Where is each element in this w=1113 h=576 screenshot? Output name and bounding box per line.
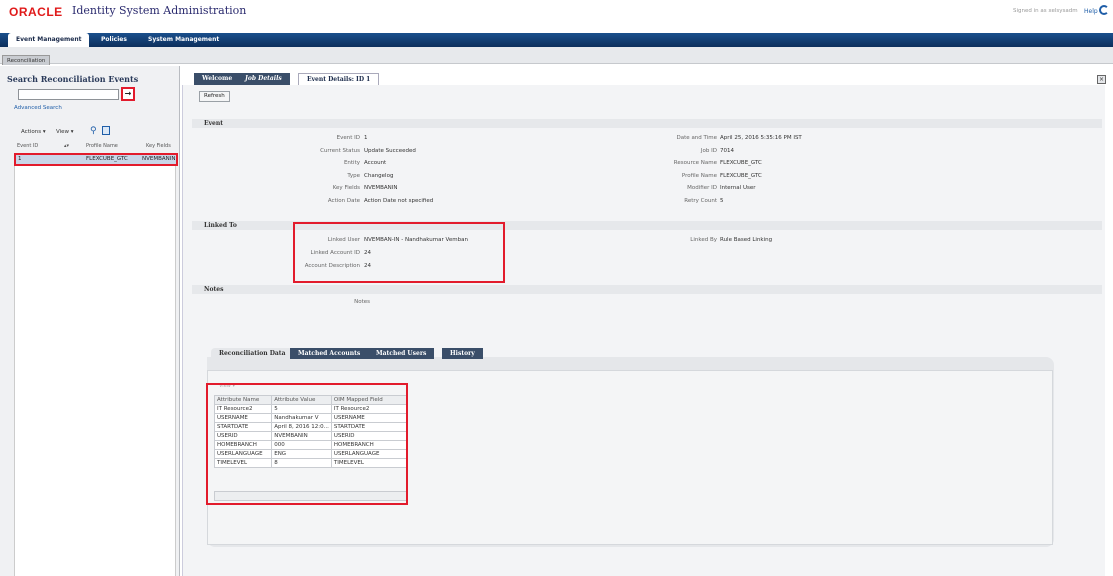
section-notes: Notes [192, 285, 1102, 294]
label-notes: Notes [354, 299, 370, 305]
tab-history[interactable]: History [442, 348, 483, 359]
label-resource-name: Resource Name [673, 160, 717, 166]
label-modifier-id: Modifier ID [687, 185, 717, 191]
top-nav: Event Management Policies System Managem… [0, 33, 1113, 47]
help-link[interactable]: Help [1084, 8, 1098, 15]
label-key-fields: Key Fields [332, 185, 360, 191]
value-linked-user: NVEMBAN-IN - Nandhakumar Vemban [364, 237, 468, 243]
label-entity: Entity [343, 160, 360, 166]
value-action-date: Action Date not specified [364, 198, 434, 204]
subtab-bar [0, 47, 1113, 64]
advanced-search-link[interactable]: Advanced Search [14, 105, 62, 111]
value-current-status: Update Succeeded [364, 148, 416, 154]
label-date-time: Date and Time [676, 135, 717, 141]
value-resource-name: FLEXCUBE_GTC [720, 160, 762, 166]
value-entity: Account [364, 160, 387, 166]
tab-reconciliation-data[interactable]: Reconciliation Data [211, 348, 294, 359]
column-event-id[interactable]: Event ID [17, 143, 38, 149]
cell-key-fields: NVEMBANIN [142, 156, 176, 162]
label-account-description: Account Description [304, 263, 360, 269]
view-menu[interactable]: View ▾ [56, 129, 74, 135]
search-panel-title: Search Reconciliation Events [7, 74, 139, 84]
search-icon[interactable]: ⚲ [90, 126, 97, 136]
value-type: Changelog [364, 173, 394, 179]
tab-matched-accounts[interactable]: Matched Accounts [290, 348, 369, 359]
oracle-logo: ORACLE [9, 5, 63, 19]
label-type: Type [347, 173, 360, 179]
value-date-time: April 25, 2016 5:35:16 PM IST [720, 135, 802, 141]
close-icon[interactable]: × [1097, 75, 1106, 84]
column-key-fields[interactable]: Key Fields [146, 143, 171, 149]
value-linked-by: Rule Based Linking [720, 237, 773, 243]
tab-job-details[interactable]: Job Details [237, 73, 290, 85]
label-action-date: Action Date [327, 198, 360, 204]
actions-menu[interactable]: Actions ▾ [21, 129, 46, 135]
results-list [14, 166, 176, 576]
cell-event-id: 1 [18, 156, 22, 162]
cell-profile-name: FLEXCUBE_GTC [86, 156, 128, 162]
search-input[interactable] [18, 89, 119, 100]
label-retry-count: Retry Count [684, 198, 717, 204]
tab-welcome[interactable]: Welcome [194, 73, 241, 85]
tab-system-management[interactable]: System Management [140, 33, 227, 47]
value-event-id: 1 [364, 135, 368, 141]
tab-matched-users[interactable]: Matched Users [368, 348, 435, 359]
sort-icon[interactable]: ▴▾ [64, 143, 69, 149]
search-go-button[interactable]: → [121, 87, 135, 101]
column-profile-name[interactable]: Profile Name [86, 143, 118, 149]
signed-in-text: Signed in as xelsysadm [1013, 8, 1078, 14]
label-job-id: Job ID [700, 148, 717, 154]
attribute-table-highlight [206, 383, 408, 505]
label-current-status: Current Status [320, 148, 360, 154]
value-retry-count: 5 [720, 198, 724, 204]
value-linked-account-id: 24 [364, 250, 371, 256]
label-event-id: Event ID [336, 135, 360, 141]
app-header: ORACLE Identity System Administration Si… [0, 0, 1113, 28]
value-account-description: 24 [364, 263, 371, 269]
label-linked-user: Linked User [327, 237, 360, 243]
loading-indicator-icon [1099, 5, 1109, 15]
value-profile-name: FLEXCUBE_GTC [720, 173, 762, 179]
tab-policies[interactable]: Policies [93, 33, 135, 47]
value-key-fields: NVEMBANIN [364, 185, 398, 191]
subtab-reconciliation[interactable]: Reconciliation [2, 55, 51, 65]
value-job-id: 7014 [720, 148, 734, 154]
app-title: Identity System Administration [72, 4, 247, 17]
section-event: Event [192, 119, 1102, 128]
export-icon[interactable] [102, 126, 110, 135]
tab-event-management[interactable]: Event Management [8, 33, 90, 47]
label-linked-by: Linked By [690, 237, 717, 243]
label-linked-account-id: Linked Account ID [310, 250, 360, 256]
tab-event-details[interactable]: Event Details: ID 1 [298, 73, 380, 85]
label-profile-name: Profile Name [681, 173, 717, 179]
value-modifier-id: Internal User [720, 185, 756, 191]
refresh-button[interactable]: Refresh [199, 91, 230, 102]
